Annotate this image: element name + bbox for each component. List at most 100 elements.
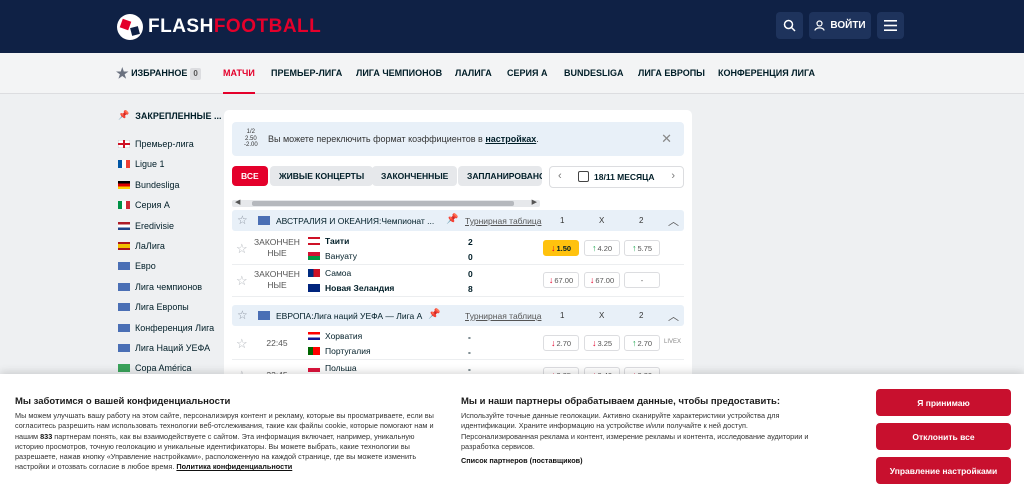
sidebar-item[interactable]: Премьер-лига [118,135,194,153]
league-header[interactable]: ☆ ЕВРОПА:Лига наций УЕФА — Лига А 📌 Турнирн… [232,305,684,326]
sidebar-item[interactable]: Конференция Лига [118,319,214,337]
reject-all-button[interactable]: Отклонить все [876,423,1011,450]
sidebar-item-label: Лига чемпионов [135,281,203,292]
arrow-up-icon: ↑ [591,243,597,253]
odds-format-notice: 1/2 2.50 -2.00 Вы можете переключить форма… [232,122,684,156]
chevron-up-icon[interactable]: ︿ [668,213,679,229]
arrow-up-icon: ↑ [631,243,637,253]
home-team: Таити [308,236,349,246]
col-1-label: 1 [560,216,565,225]
date-picker[interactable]: ‹ 18/11 МЕСЯЦА › [549,166,684,188]
odds-button[interactable]: ↓ 2.70 [543,335,579,351]
nav-item-premier-league[interactable]: ПРЕМЬЕР-ЛИГА [271,53,342,94]
arrow-down-icon: ↓ [548,275,554,285]
flag-icon [118,364,130,373]
star-icon[interactable]: ☆ [236,336,248,352]
menu-button[interactable] [877,12,904,39]
partners-list-link[interactable]: Список партнеров (поставщиков) [461,456,583,466]
close-icon[interactable]: ✕ [661,131,672,147]
nav-item-conference-league[interactable]: КОНФЕРЕНЦИЯ ЛИГА [718,53,815,94]
search-icon [783,19,796,32]
odds-button[interactable]: ↓ 3.25 [584,335,620,351]
league-name: ЕВРОПА:Лига наций УЕФА — Лига А [276,311,423,321]
chevron-right-icon[interactable]: › [671,170,675,182]
star-icon[interactable]: ☆ [237,308,248,322]
away-score: 8 [468,284,473,294]
home-team: Польша [308,363,357,373]
nav-item-europa-league[interactable]: ЛИГА ЕВРОПЫ [638,53,705,94]
flag-icon [308,252,320,260]
match-row[interactable]: ☆ ЗАКОНЧЕН НЫЕ Самоа 0 Новая Зеландия 8 ↓ 67.00… [232,265,684,297]
odds-button[interactable]: ↑ 4.20 [584,240,620,256]
sidebar-item[interactable]: Eredivisie [118,217,174,235]
nav-favorites[interactable]: ★ ИЗБРАННОЕ 0 [116,53,201,94]
standings-link[interactable]: Турнирная таблица [465,216,541,226]
flag-icon [118,140,130,148]
star-icon[interactable]: ☆ [237,213,248,227]
home-score: - [468,332,471,342]
privacy-policy-link[interactable]: Политика конфиденциальности [176,462,292,471]
star-icon[interactable]: ☆ [236,273,248,289]
standings-link[interactable]: Турнирная таблица [465,311,541,321]
odds-button[interactable]: ↓ 67.00 [543,272,579,288]
flag-icon [118,180,130,189]
nav-item-bundesliga[interactable]: BUNDESLIGA [564,53,624,94]
filter-finished[interactable]: ЗАКОНЧЕННЫЕ [372,166,458,186]
sidebar-item[interactable]: Лига Наций УЕФА [118,339,210,357]
scroll-right-icon[interactable]: ▶ [532,198,537,206]
sidebar-item-label: Eredivisie [135,220,175,231]
accept-button[interactable]: Я принимаю [876,389,1011,416]
privacy-text: Мы можем улучшать вашу работу на этом са… [15,411,434,472]
filters-scrollbar[interactable]: ◀ ▶ [232,198,540,207]
sidebar-item[interactable]: ЛаЛига [118,237,165,255]
flag-icon [118,160,130,169]
arrow-down-icon: ↓ [589,275,595,285]
odds-button[interactable]: ↑ 2.70 [624,335,660,351]
match-row[interactable]: ☆ 22:45 Хорватия - Португалия - ↓ 2.70 ↓ 3.25 ↑ 2.7… [232,328,684,360]
odds-format-icon: 1/2 2.50 -2.00 [244,129,258,148]
pin-icon[interactable]: 📌 [446,214,458,225]
star-icon[interactable]: ☆ [236,241,248,257]
filter-scheduled[interactable]: ЗАПЛАНИРОВАНО [458,166,542,186]
scroll-left-icon[interactable]: ◀ [235,198,240,206]
chevron-up-icon[interactable]: ︿ [668,308,679,324]
search-button[interactable] [776,12,803,39]
sidebar-item[interactable]: Лига чемпионов [118,278,202,296]
home-team: Самоа [308,268,351,278]
arrow-down-icon: ↓ [550,338,556,348]
league-header[interactable]: ☆ АВСТРАЛИЯ И ОКЕАНИЯ:Чемпионат ... 📌 Турни… [232,210,684,231]
sidebar-item[interactable]: Серия А [118,196,170,214]
sidebar-item[interactable]: Евро [118,257,156,275]
nav-item-champions-league[interactable]: ЛИГА ЧЕМПИОНОВ [356,53,442,94]
away-score: - [468,347,471,357]
arrow-down-icon: ↓ [550,243,556,253]
nav-item-serie-a[interactable]: СЕРИЯ А [507,53,547,94]
odds-button[interactable]: ↓ 67.00 [584,272,620,288]
nav-item-matches[interactable]: МАТЧИ [223,53,255,94]
pin-icon[interactable]: 📌 [428,309,440,320]
odds-button[interactable]: ↑ 5.75 [624,240,660,256]
flag-icon [308,284,320,292]
odds-button[interactable]: - [624,272,660,288]
arrow-up-icon: ↑ [631,338,637,348]
match-row[interactable]: ☆ ЗАКОНЧЕН НЫЕ Таити 2 Вануату 0 ↓ 1.50 ↑ 4.20 ↑ 5.… [232,233,684,265]
flag-icon [118,201,130,210]
logo[interactable]: FLASHFOOTBALL [117,14,321,40]
sidebar-item[interactable]: Ligue 1 [118,155,165,173]
match-status: ЗАКОНЧЕН НЫЕ [254,237,300,258]
match-status: ЗАКОНЧЕН НЫЕ [254,269,300,290]
odds-button[interactable]: ↓ 1.50 [543,240,579,256]
login-label: ВОЙТИ [830,20,866,31]
nav-item-laliga[interactable]: ЛАЛИГА [455,53,492,94]
settings-link[interactable]: настройках [485,134,536,144]
sidebar-item-label: Евро [135,261,156,272]
sidebar-item[interactable]: Bundesliga [118,176,180,194]
chevron-left-icon[interactable]: ‹ [558,170,562,182]
filter-all[interactable]: ВСЕ [232,166,268,186]
manage-settings-button[interactable]: Управление настройками [876,457,1011,484]
login-button[interactable]: ВОЙТИ [809,12,871,39]
sidebar-title: 📌 ЗАКРЕПЛЕННЫЕ ... [118,110,222,121]
sidebar-item[interactable]: Лига Европы [118,298,189,316]
scrollbar-thumb[interactable] [252,201,514,206]
filter-live[interactable]: ЖИВЫЕ КОНЦЕРТЫ [270,166,374,186]
